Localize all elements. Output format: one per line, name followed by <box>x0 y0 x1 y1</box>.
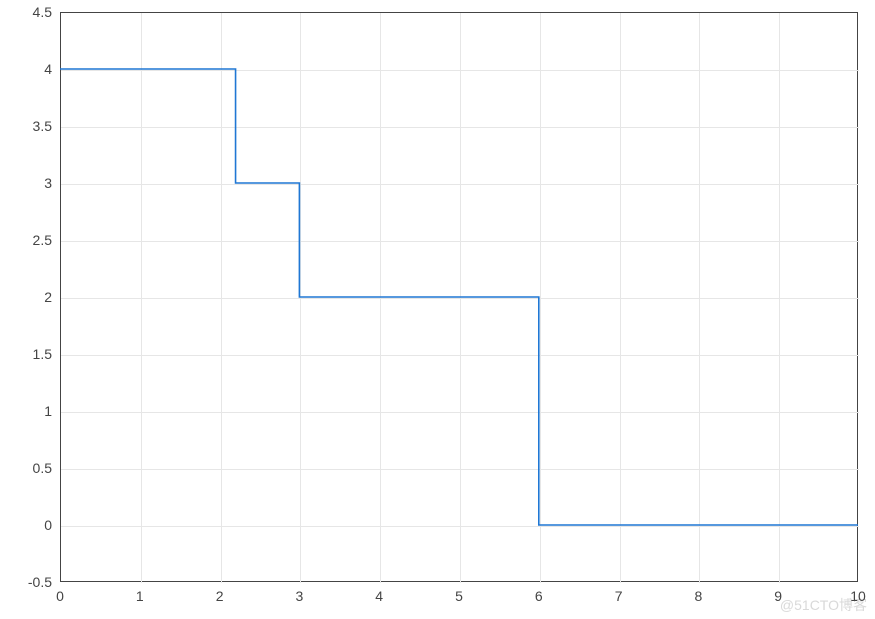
y-tick-label: 0 <box>44 517 52 533</box>
y-tick-label: -0.5 <box>28 574 52 590</box>
x-tick-label: 8 <box>694 588 702 604</box>
x-tick-label: 4 <box>375 588 383 604</box>
grid-line-horizontal <box>61 184 859 185</box>
x-tick-label: 9 <box>774 588 782 604</box>
chart: @51CTO博客 012345678910-0.500.511.522.533.… <box>0 0 875 619</box>
plot-area <box>60 12 858 582</box>
x-tick-label: 7 <box>615 588 623 604</box>
grid-line-horizontal <box>61 70 859 71</box>
x-tick-label: 10 <box>850 588 866 604</box>
y-tick-label: 1.5 <box>33 346 52 362</box>
x-tick-label: 1 <box>136 588 144 604</box>
y-tick-label: 0.5 <box>33 460 52 476</box>
y-tick-label: 2.5 <box>33 232 52 248</box>
x-tick-label: 6 <box>535 588 543 604</box>
x-tick-label: 3 <box>295 588 303 604</box>
y-tick-label: 2 <box>44 289 52 305</box>
grid-line-horizontal <box>61 298 859 299</box>
grid-line-horizontal <box>61 241 859 242</box>
x-tick-label: 0 <box>56 588 64 604</box>
x-tick-label: 5 <box>455 588 463 604</box>
grid-line-horizontal <box>61 127 859 128</box>
grid-line-horizontal <box>61 412 859 413</box>
y-tick-label: 3 <box>44 175 52 191</box>
y-tick-label: 3.5 <box>33 118 52 134</box>
grid-line-horizontal <box>61 469 859 470</box>
grid-line-horizontal <box>61 355 859 356</box>
y-tick-label: 4 <box>44 61 52 77</box>
x-tick-label: 2 <box>216 588 224 604</box>
y-tick-label: 4.5 <box>33 4 52 20</box>
y-tick-label: 1 <box>44 403 52 419</box>
grid-line-horizontal <box>61 526 859 527</box>
